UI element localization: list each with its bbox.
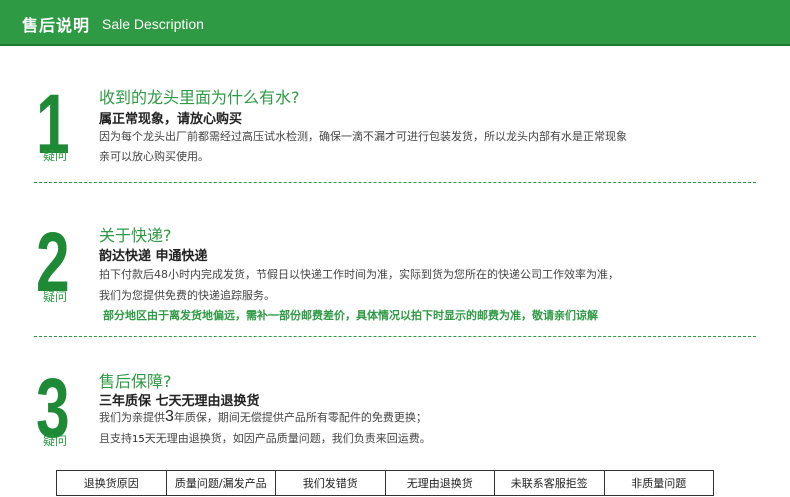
reason-cell: 质量问题/漏发产品 — [167, 471, 276, 495]
return-reasons-table: 退换货原因 质量问题/漏发产品 我们发错货 无理由退换货 未联系客服拒签 非质量… — [56, 470, 714, 496]
faq-note: 部分地区由于离发货地偏远，需补一部份邮费差价，具体情况以拍下时显示的邮费为准，敬… — [103, 309, 598, 322]
warranty-years: 3 — [165, 408, 174, 425]
faq-tag: 疑问 — [43, 149, 68, 163]
text-part: 天无理由退换货，如因产品质量问题，我们负责来回运费。 — [144, 432, 431, 445]
header-title-cn: 售后说明 — [22, 16, 91, 35]
faq-bold-answer: 属正常现象，请放心购买 — [99, 112, 243, 127]
section-divider — [34, 182, 756, 183]
faq-text-line: 我们为您提供免费的快递追踪服务。 — [99, 289, 275, 302]
faq-text-line: 且支持15天无理由退换货，如因产品质量问题，我们负责来回运费。 — [99, 430, 431, 446]
faq-bold-answer: 韵达快递 申通快递 — [99, 249, 208, 264]
return-days: 15 — [132, 434, 145, 445]
faq-text-line: 拍下付款后48小时内完成发货，节假日以快递工作时间为准，实际到货为您所在的快递公… — [99, 268, 619, 281]
faq-tag: 疑问 — [43, 290, 68, 304]
reason-cell: 未联系客服拒签 — [495, 471, 605, 495]
faq-question: 关于快递? — [99, 226, 172, 245]
faq-text-line: 我们为亲提供3年质保，期间无偿提供产品所有零配件的免费更换； — [99, 408, 427, 426]
page-header: 售后说明 Sale Description — [0, 0, 790, 46]
header-title-en: Sale Description — [102, 16, 204, 32]
faq-question: 收到的龙头里面为什么有水? — [99, 88, 300, 107]
text-part: 年质保，期间无偿提供产品所有零配件的免费更换； — [173, 411, 427, 424]
text-part: 我们为亲提供 — [99, 411, 165, 424]
reason-cell: 无理由退换货 — [386, 471, 495, 495]
faq-bold-answer: 三年质保 七天无理由退换货 — [99, 394, 260, 409]
faq-text-line: 因为每个龙头出厂前都需经过高压试水检测，确保一滴不漏才可进行包装发货，所以龙头内… — [99, 130, 627, 143]
reason-cell: 我们发错货 — [276, 471, 386, 495]
faq-tag: 疑问 — [43, 434, 68, 448]
section-divider — [34, 336, 756, 337]
reason-cell: 非质量问题 — [631, 477, 687, 490]
faq-text-line: 亲可以放心购买使用。 — [99, 150, 209, 163]
faq-question: 售后保障? — [99, 372, 172, 391]
text-part: 且支持 — [99, 432, 132, 445]
reason-cell: 退换货原因 — [57, 471, 167, 495]
